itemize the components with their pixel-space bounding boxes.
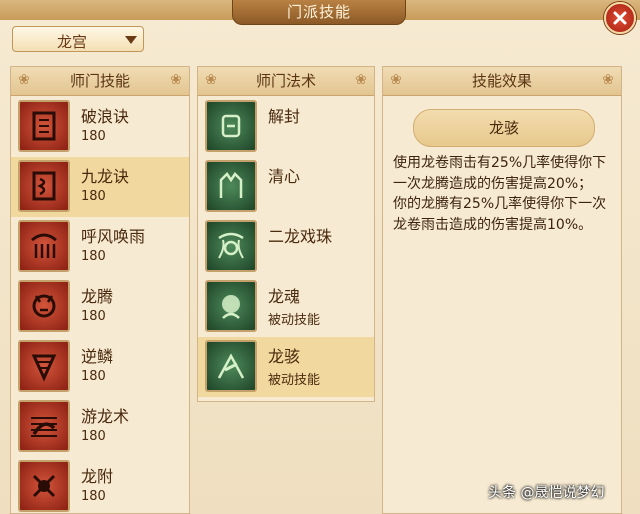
skill-effect-panel: ❀ 技能效果 ❀ 龙骇 使用龙卷雨击有25%几率使得你下一次龙腾造成的伤害提高2… [382,66,622,514]
sect-skills-header: ❀ 师门技能 ❀ [11,67,189,96]
skill-name: 呼风唤雨 [81,227,146,246]
skill-name: 逆鳞 [81,347,114,366]
spell-row[interactable]: 清心 [198,157,374,217]
clear-mind-icon [205,160,257,212]
dragon-rise-icon [18,280,70,332]
selected-skill-badge: 龙骇 [413,109,595,147]
dragon-scroll-icon [18,160,70,212]
window-title: 门派技能 [232,0,406,25]
ornament-icon: ❀ [602,72,614,88]
skill-level: 180 [81,309,106,324]
ornament-icon: ❀ [18,72,30,88]
skill-level: 180 [81,429,106,444]
sect-spells-title: 师门法术 [255,72,316,90]
spell-name: 解封 [268,107,301,126]
spell-row[interactable]: 龙魂 被动技能 [198,277,374,337]
skills-window: 门派技能 龙宫 ❀ 师门技能 ❀ 破浪诀 180 九龙诀 180 呼风唤雨 18… [0,0,640,514]
skill-name: 龙腾 [81,287,114,306]
sect-dropdown-value: 龙宫 [57,33,88,51]
ornament-icon: ❀ [170,72,182,88]
sect-skills-panel: ❀ 师门技能 ❀ 破浪诀 180 九龙诀 180 呼风唤雨 180 龙腾 180… [10,66,190,514]
skill-name: 游龙术 [81,407,130,426]
spell-name: 龙骇 [268,347,301,366]
skill-row[interactable]: 呼风唤雨 180 [11,217,189,277]
skill-row[interactable]: 龙腾 180 [11,277,189,337]
spell-name: 二龙戏珠 [268,227,333,246]
spell-subtitle: 被动技能 [268,373,321,388]
sect-skills-title: 师门技能 [69,72,130,90]
ornament-icon: ❀ [355,72,367,88]
spell-name: 清心 [268,167,301,186]
skill-level: 180 [81,189,106,204]
skill-row-selected[interactable]: 九龙诀 180 [11,157,189,217]
spell-row[interactable]: 解封 [198,97,374,157]
skill-name: 九龙诀 [81,167,130,186]
sect-spells-header: ❀ 师门法术 ❀ [198,67,374,96]
watermark: 头条 @晟恺说梦幻 [488,485,605,501]
effect-description-text: 使用龙卷雨击有25%几率使得你下一次龙腾造成的伤害提高20%； 你的龙腾有25%… [393,155,607,233]
close-button[interactable] [604,2,636,34]
skill-name: 破浪诀 [81,107,130,126]
dragon-attach-icon [18,460,70,512]
skill-level: 180 [81,129,106,144]
dragon-soul-icon [205,280,257,332]
skill-row[interactable]: 逆鳞 180 [11,337,189,397]
skill-level: 180 [81,489,106,504]
spell-row[interactable]: 二龙戏珠 [198,217,374,277]
wave-glyph-icon [18,100,70,152]
dragon-fear-icon [205,340,257,392]
skill-level: 180 [81,369,106,384]
skill-effect-header: ❀ 技能效果 ❀ [383,67,621,96]
spell-name: 龙魂 [268,287,301,306]
skill-effect-description: 使用龙卷雨击有25%几率使得你下一次龙腾造成的伤害提高20%； 你的龙腾有25%… [393,153,615,235]
skill-name: 龙附 [81,467,114,486]
spell-row-selected[interactable]: 龙骇 被动技能 [198,337,374,397]
sect-spells-panel: ❀ 师门法术 ❀ 解封 清心 二龙戏珠 龙魂 被动技能 龙骇 被动技能 [197,66,375,402]
ornament-icon: ❀ [205,72,217,88]
chevron-down-icon [125,36,137,44]
unseal-icon [205,100,257,152]
skill-row[interactable]: 龙附 180 [11,457,189,513]
reverse-scale-icon [18,340,70,392]
ornament-icon: ❀ [390,72,402,88]
spell-subtitle: 被动技能 [268,313,321,328]
wind-rain-icon [18,220,70,272]
skill-effect-title: 技能效果 [471,72,532,90]
sect-dropdown[interactable]: 龙宫 [12,26,144,52]
twin-dragon-pearl-icon [205,220,257,272]
skill-level: 180 [81,249,106,264]
roaming-dragon-icon [18,400,70,452]
close-icon [613,11,627,25]
skill-row[interactable]: 破浪诀 180 [11,97,189,157]
skill-row[interactable]: 游龙术 180 [11,397,189,457]
